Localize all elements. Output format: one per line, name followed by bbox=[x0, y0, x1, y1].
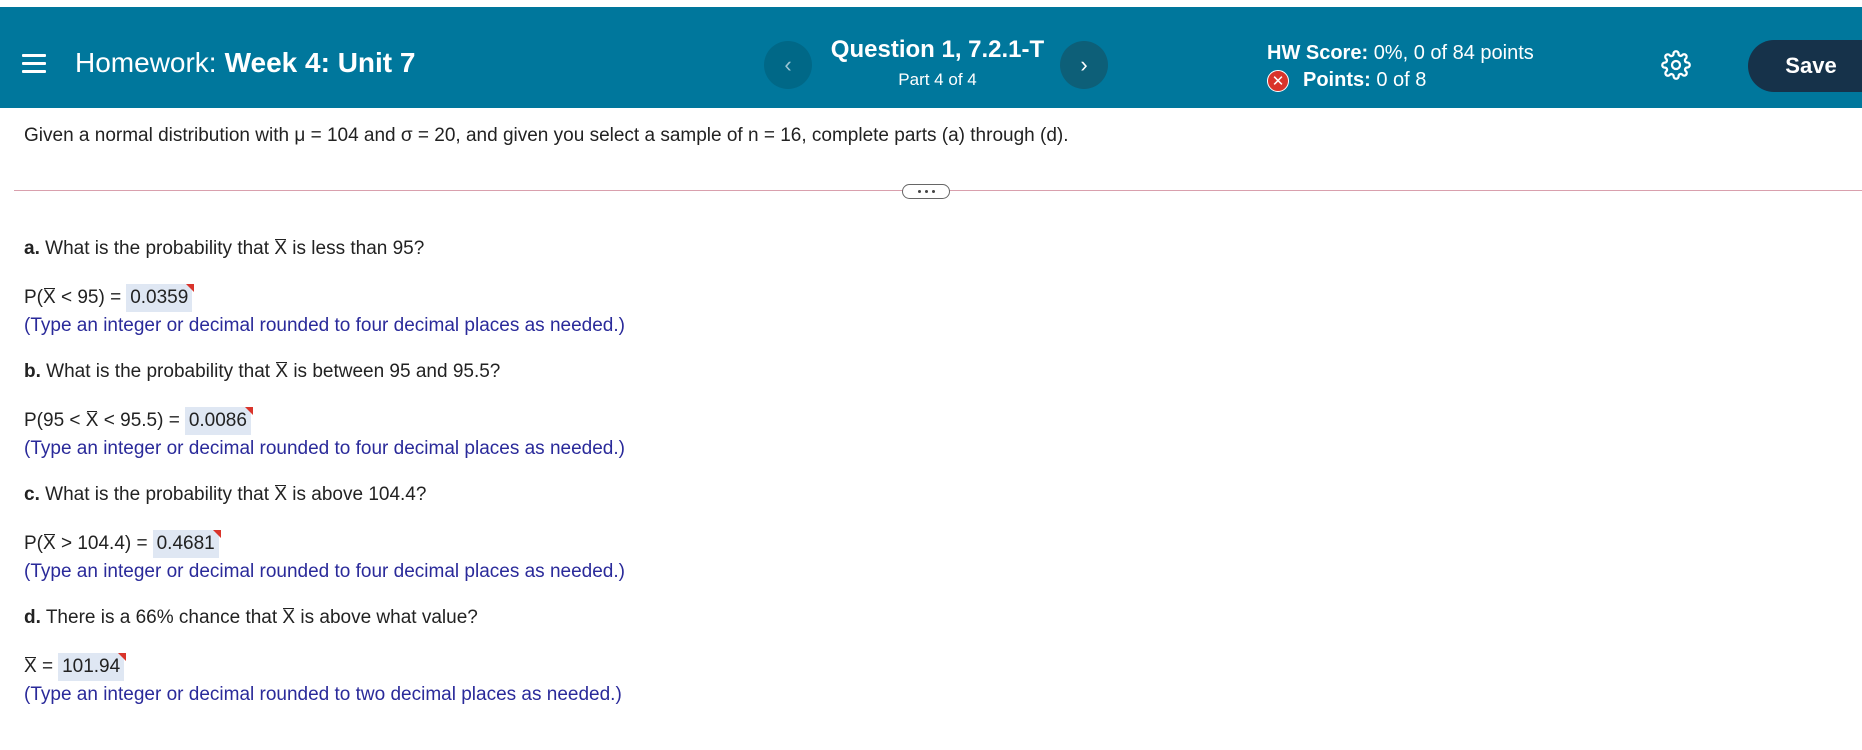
question-part: Part 4 of 4 bbox=[898, 70, 977, 89]
previous-question-button[interactable]: ‹ bbox=[764, 41, 812, 89]
question-text: What is the probability that bbox=[45, 484, 270, 505]
question-text: is between 95 and 95.5? bbox=[293, 361, 501, 382]
homework-label: Homework: bbox=[75, 47, 217, 78]
question-c: c. What is the probability that X is abo… bbox=[24, 484, 426, 506]
answer-text: < 95) = bbox=[60, 287, 122, 308]
part-label: a. bbox=[24, 238, 40, 259]
xbar-symbol: X bbox=[43, 287, 56, 308]
chevron-right-icon: › bbox=[1080, 52, 1088, 77]
dot-icon bbox=[924, 190, 928, 193]
part-label: b. bbox=[24, 361, 41, 382]
question-text: is above what value? bbox=[300, 607, 478, 628]
answer-line-d: X = 101.94 bbox=[24, 653, 127, 681]
xbar-symbol: X bbox=[43, 533, 56, 554]
answer-text: P(95 < bbox=[24, 410, 81, 431]
answer-text: < 95.5) = bbox=[103, 410, 180, 431]
gear-icon[interactable] bbox=[1661, 50, 1691, 80]
points: ✕ Points: 0 of 8 bbox=[1267, 69, 1426, 92]
points-label: Points: bbox=[1303, 69, 1371, 91]
xbar-symbol: X bbox=[274, 238, 287, 259]
hint-a: (Type an integer or decimal rounded to f… bbox=[24, 315, 625, 336]
answer-text: P( bbox=[24, 533, 43, 554]
save-button[interactable]: Save bbox=[1748, 40, 1862, 92]
question-a: a. What is the probability that X is les… bbox=[24, 238, 424, 260]
question-text: is above 104.4? bbox=[292, 484, 427, 505]
xbar-symbol: X bbox=[85, 410, 99, 431]
answer-text: P( bbox=[24, 287, 43, 308]
menu-icon[interactable] bbox=[22, 54, 46, 74]
hint-c: (Type an integer or decimal rounded to f… bbox=[24, 561, 625, 582]
answer-field-a[interactable]: 0.0359 bbox=[126, 284, 195, 312]
question-text: is less than 95? bbox=[292, 238, 425, 259]
header-bar: Homework: Week 4: Unit 7 ‹ Question 1, 7.… bbox=[0, 7, 1862, 108]
xbar-symbol: X bbox=[282, 607, 296, 628]
dot-icon bbox=[931, 190, 935, 193]
next-question-button[interactable]: › bbox=[1060, 41, 1108, 89]
expand-button[interactable] bbox=[902, 184, 950, 199]
question-text: What is the probability that bbox=[46, 361, 271, 382]
question-title: Question 1, 7.2.1-T bbox=[830, 36, 1045, 63]
xbar-symbol: X bbox=[24, 656, 37, 677]
homework-title: Homework: Week 4: Unit 7 bbox=[75, 47, 415, 79]
question-text: What is the probability that bbox=[45, 238, 270, 259]
answer-field-b[interactable]: 0.0086 bbox=[184, 407, 254, 435]
question-text: There is a 66% chance that bbox=[45, 607, 278, 628]
homework-name: Week 4: Unit 7 bbox=[224, 47, 416, 78]
question-d: d. There is a 66% chance that X is above… bbox=[24, 607, 478, 629]
hint-d: (Type an integer or decimal rounded to t… bbox=[24, 684, 622, 705]
incorrect-icon: ✕ bbox=[1267, 69, 1289, 92]
points-value: 0 of 8 bbox=[1376, 69, 1427, 91]
hw-score-value: 0%, 0 of 84 points bbox=[1373, 42, 1534, 64]
xbar-symbol: X bbox=[275, 361, 289, 382]
part-label: d. bbox=[24, 607, 41, 628]
answer-field-d[interactable]: 101.94 bbox=[58, 653, 127, 681]
problem-prompt: Given a normal distribution with μ = 104… bbox=[24, 125, 1069, 146]
xbar-symbol: X bbox=[274, 484, 287, 505]
dot-icon bbox=[917, 190, 921, 193]
answer-line-b: P(95 < X < 95.5) = 0.0086 bbox=[24, 407, 254, 435]
chevron-left-icon: ‹ bbox=[784, 52, 792, 77]
hw-score-label: HW Score: bbox=[1267, 42, 1369, 64]
question-b: b. What is the probability that X is bet… bbox=[24, 361, 500, 383]
answer-line-c: P(X > 104.4) = 0.4681 bbox=[24, 530, 221, 558]
hint-b: (Type an integer or decimal rounded to f… bbox=[24, 438, 625, 459]
answer-text: > 104.4) = bbox=[60, 533, 148, 554]
hw-score: HW Score: 0%, 0 of 84 points bbox=[1267, 42, 1534, 65]
answer-line-a: P(X < 95) = 0.0359 bbox=[24, 284, 195, 312]
part-label: c. bbox=[24, 484, 40, 505]
answer-field-c[interactable]: 0.4681 bbox=[152, 530, 221, 558]
answer-text: = bbox=[41, 656, 54, 677]
